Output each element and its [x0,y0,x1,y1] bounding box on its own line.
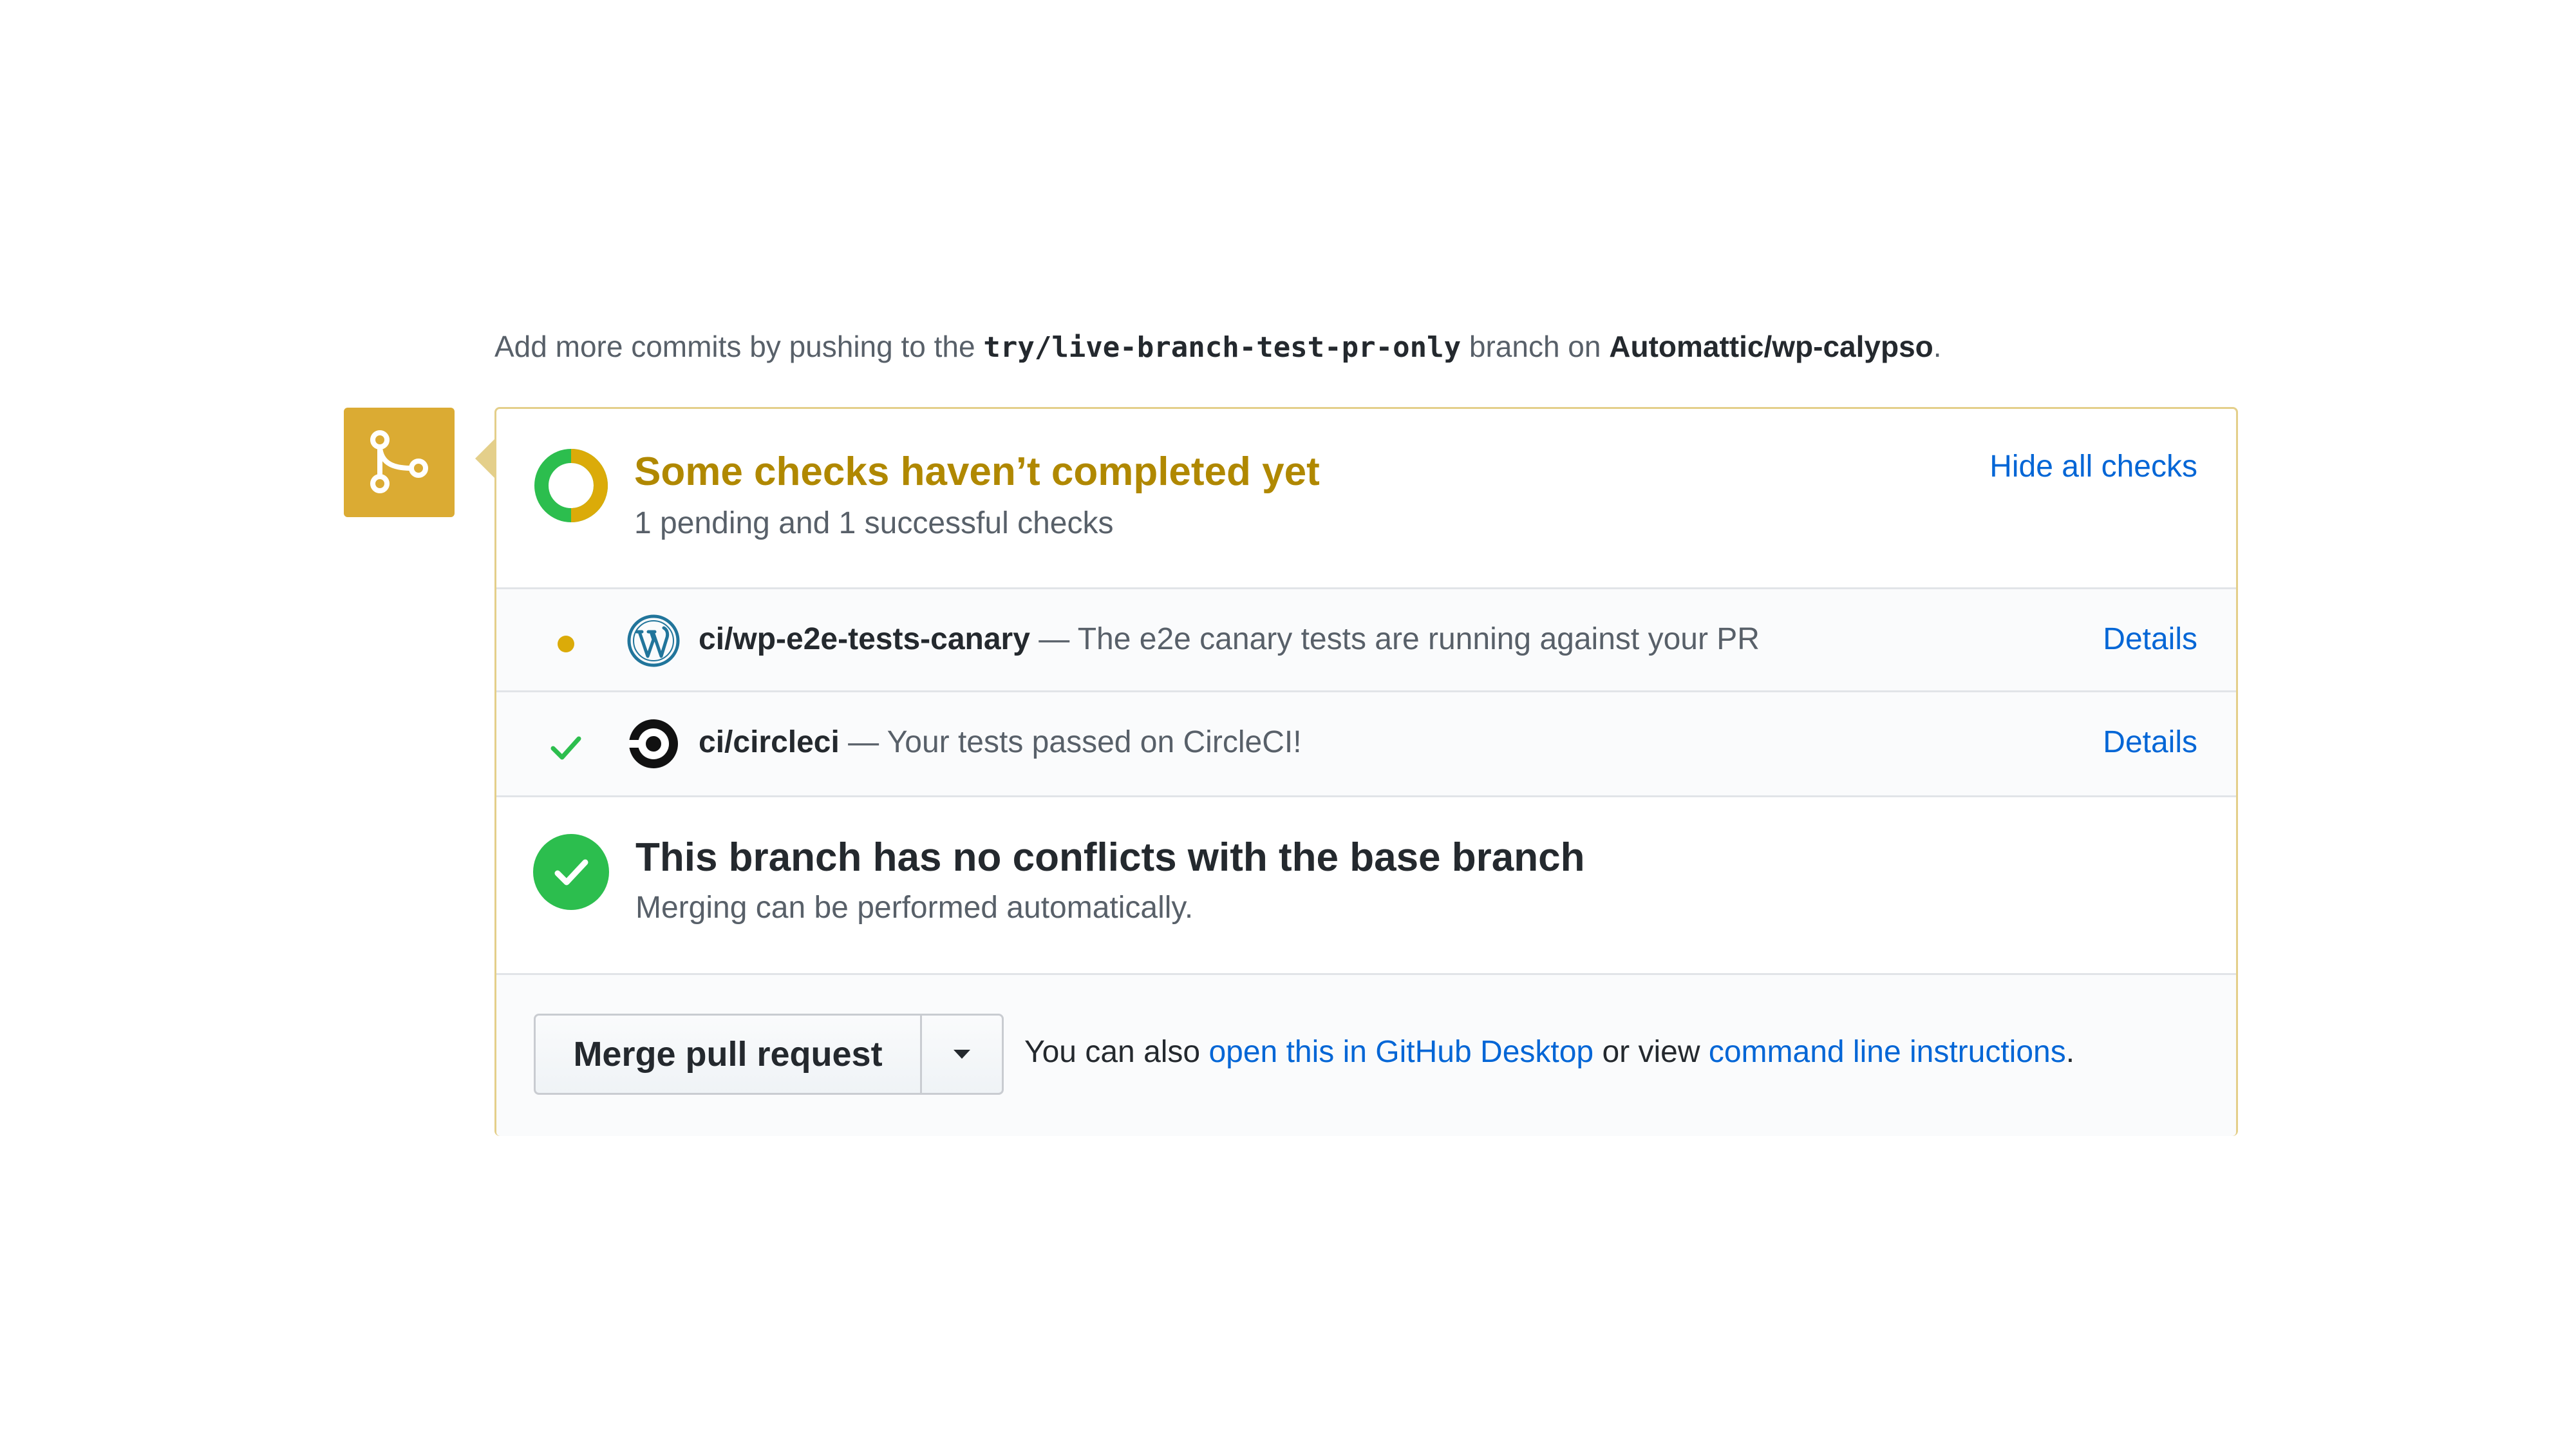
github-desktop-link[interactable]: open this in GitHub Desktop [1208,1035,1594,1069]
circleci-icon [629,719,678,768]
conflict-title: This branch has no conflicts with the ba… [635,835,1585,880]
merge-button-group: Merge pull request [534,1014,1004,1095]
merge-box: Some checks haven’t completed yet 1 pend… [494,407,2238,1136]
pending-dot-icon [558,636,574,652]
check-context: ci/circleci [699,725,840,759]
success-circle-icon [533,834,609,910]
triangle-down-icon [954,1050,970,1059]
hint-prefix: Add more commits by pushing to the [494,330,984,363]
check-message: — The e2e canary tests are running again… [1029,622,1760,656]
merge-alternatives: You can also open this in GitHub Desktop… [1024,1032,2074,1073]
merge-method-dropdown[interactable] [922,1016,1002,1093]
merge-page: Add more commits by pushing to the try/l… [0,0,2576,1449]
merge-text-middle: or view [1594,1035,1709,1069]
check-details-link[interactable]: Details [2103,722,2197,763]
conflict-subtitle: Merging can be performed automatically. [635,891,1194,925]
hide-all-checks-link[interactable]: Hide all checks [1989,449,2197,484]
checks-title: Some checks haven’t completed yet [634,450,1320,494]
repo-name: Automattic/wp-calypso [1609,330,1933,363]
check-description: ci/wp-e2e-tests-canary — The e2e canary … [699,619,1760,660]
check-details-link[interactable]: Details [2103,619,2197,660]
box-caret [475,439,494,478]
branch-name: try/live-branch-test-pr-only [983,331,1462,364]
hint-suffix: . [1933,330,1942,363]
checks-header: Some checks haven’t completed yet 1 pend… [496,409,2236,589]
check-message: — Your tests passed on CircleCI! [839,725,1302,759]
check-row: ci/circleci — Your tests passed on Circl… [496,692,2236,797]
command-line-link[interactable]: command line instructions [1709,1035,2066,1069]
merge-pull-request-button[interactable]: Merge pull request [536,1016,922,1093]
wordpress-icon [627,614,680,667]
merge-actions: Merge pull request You can also open thi… [496,975,2236,1136]
checks-summary: 1 pending and 1 successful checks [634,506,1114,540]
merge-text-prefix: You can also [1024,1035,1209,1069]
hint-middle: branch on [1461,330,1610,363]
check-row: ci/wp-e2e-tests-canary — The e2e canary … [496,589,2236,692]
merge-status-badge [344,408,455,517]
conflict-status: This branch has no conflicts with the ba… [496,797,2236,975]
push-hint: Add more commits by pushing to the try/l… [494,327,1942,367]
pending-donut-icon [534,449,608,522]
merge-text-suffix: . [2065,1035,2075,1069]
check-description: ci/circleci — Your tests passed on Circl… [699,722,1302,763]
git-merge-icon [370,430,428,493]
check-context: ci/wp-e2e-tests-canary [699,622,1030,656]
check-icon [550,736,581,760]
